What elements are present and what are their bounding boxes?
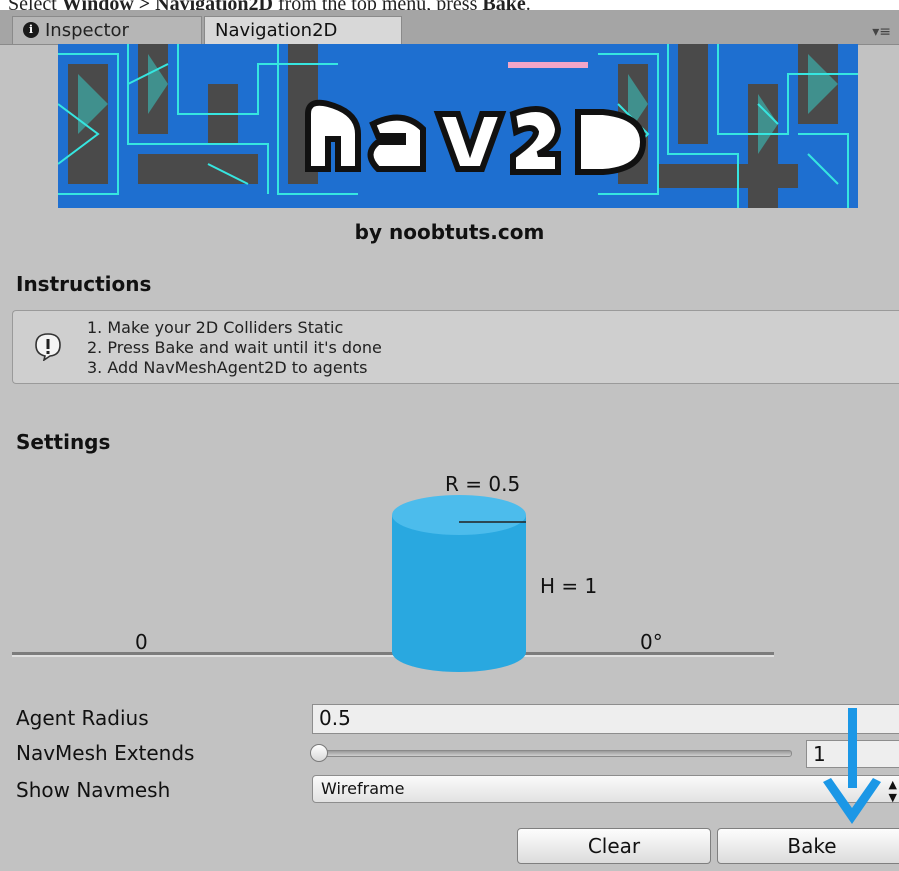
- caption-sep: >: [134, 0, 155, 10]
- tab-inspector[interactable]: i Inspector: [12, 16, 202, 44]
- agent-radius-label: Agent Radius: [16, 706, 149, 730]
- caption-prefix: Select: [8, 0, 62, 10]
- show-navmesh-label: Show Navmesh: [16, 778, 171, 802]
- navmesh-extends-slider-thumb[interactable]: [310, 744, 328, 762]
- tab-options-menu-icon[interactable]: ▾≡: [872, 24, 891, 40]
- tab-navigation2d[interactable]: Navigation2D: [204, 16, 402, 44]
- arrow-down-icon: [823, 708, 881, 824]
- height-label: H = 1: [540, 574, 598, 598]
- bake-button[interactable]: Bake: [717, 828, 899, 864]
- agent-cylinder-diagram: [12, 495, 774, 672]
- caption-middle: from the top menu, press: [273, 0, 482, 10]
- clear-button[interactable]: Clear: [517, 828, 711, 864]
- navmesh-extends-slider-track[interactable]: [318, 750, 792, 757]
- caption-suffix: .: [526, 0, 531, 10]
- exclamation-icon: [35, 333, 61, 361]
- angle-label: 0°: [640, 630, 663, 654]
- agent-diagram: R = 0.5 H = 1 0 0°: [0, 470, 899, 690]
- instructions-helpbox: 1. Make your 2D Colliders Static 2. Pres…: [12, 310, 899, 384]
- nav2d-banner: [58, 44, 858, 208]
- settings-title: Settings: [16, 430, 111, 454]
- tutorial-caption: Select Window > Navigation2D from the to…: [0, 0, 899, 10]
- instruction-line-2: 2. Press Bake and wait until it's done: [87, 338, 382, 357]
- banner-maze-image: [58, 44, 858, 208]
- tab-navigation2d-label: Navigation2D: [215, 20, 338, 41]
- instruction-line-1: 1. Make your 2D Colliders Static: [87, 318, 344, 337]
- navmesh-extends-label: NavMesh Extends: [16, 741, 195, 765]
- left-value-label: 0: [135, 630, 148, 654]
- caption-window: Window: [62, 0, 134, 10]
- byline: by noobtuts.com: [354, 220, 545, 244]
- instructions-title: Instructions: [16, 272, 152, 296]
- caption-action: Bake: [482, 0, 525, 10]
- agent-radius-field[interactable]: 0.5: [312, 704, 899, 734]
- tab-inspector-label: Inspector: [45, 20, 129, 41]
- show-navmesh-dropdown[interactable]: Wireframe ▲ ▼: [312, 775, 899, 804]
- caption-menu-item: Navigation2D: [155, 0, 273, 10]
- info-icon: i: [23, 21, 39, 38]
- instruction-line-3: 3. Add NavMeshAgent2D to agents: [87, 358, 368, 377]
- instructions-lines: 1. Make your 2D Colliders Static 2. Pres…: [87, 318, 382, 378]
- show-navmesh-value: Wireframe: [321, 779, 405, 798]
- tab-bar: i Inspector Navigation2D ▾≡: [0, 10, 899, 45]
- radius-label: R = 0.5: [445, 472, 521, 496]
